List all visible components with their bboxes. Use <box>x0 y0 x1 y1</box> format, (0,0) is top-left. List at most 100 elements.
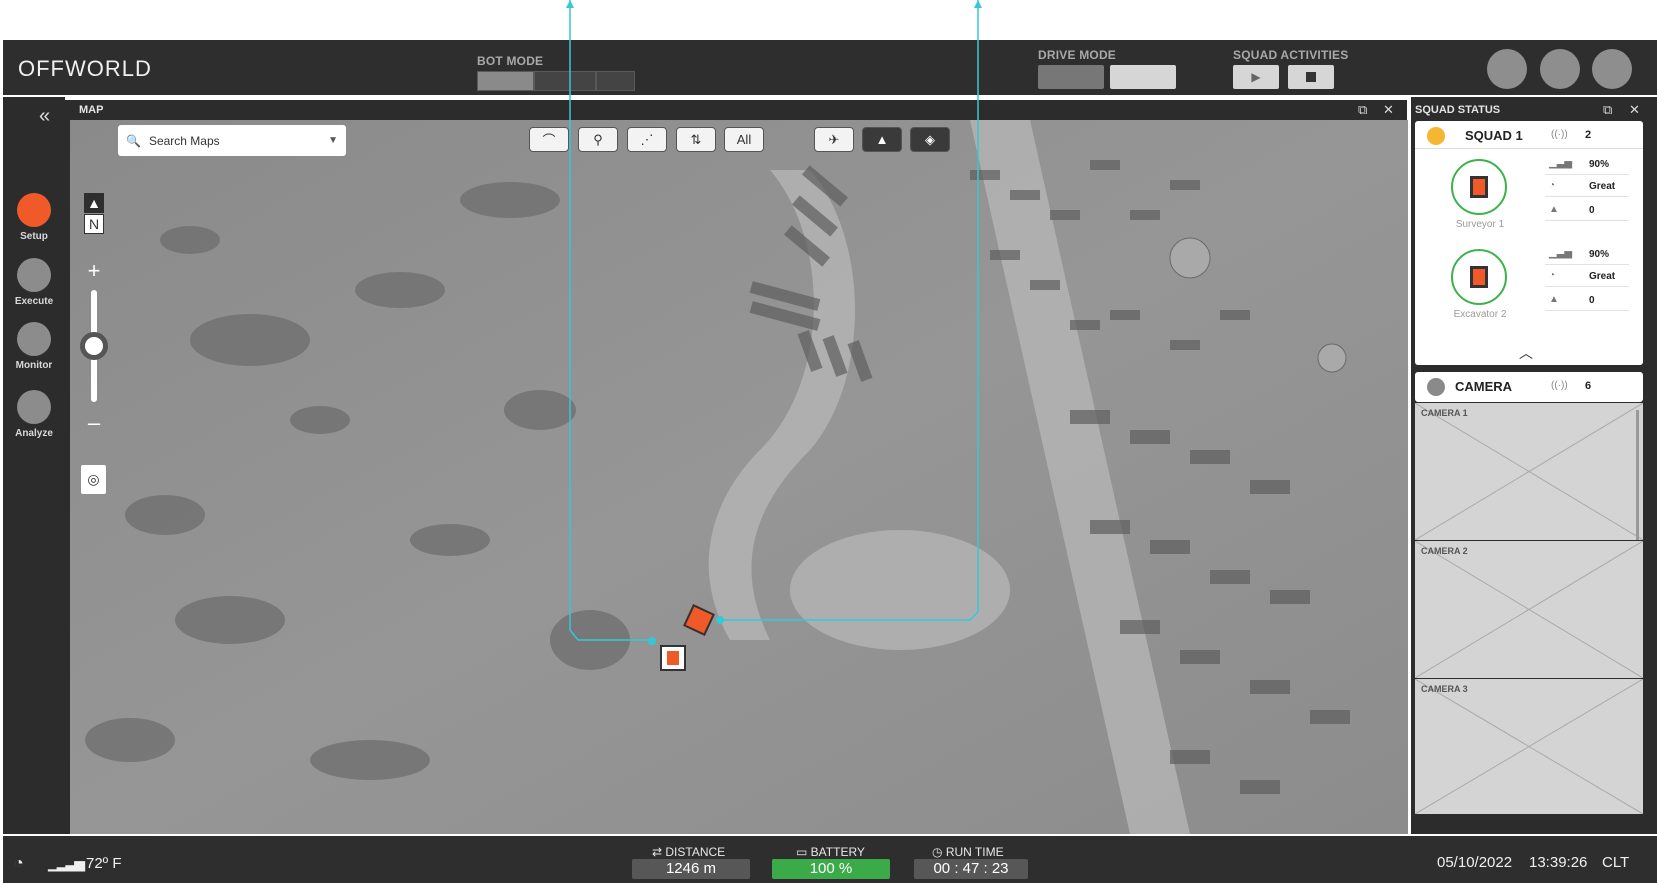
user-avatar-2[interactable] <box>1540 49 1580 89</box>
excavator-avatar <box>1451 249 1507 305</box>
robot-icon <box>1470 266 1488 288</box>
chevron-up-icon[interactable]: ︿ <box>1519 343 1533 363</box>
camera-feed-1[interactable]: CAMERA 1 <box>1415 403 1643 540</box>
gps-value: Great <box>1589 181 1616 192</box>
search-maps-input[interactable]: 🔍 Search Maps ▼ <box>118 125 346 156</box>
rail-item-analyze[interactable]: Analyze <box>3 390 65 439</box>
bot-mode-option-1[interactable] <box>477 71 534 91</box>
area-tool-button[interactable]: ⌒ <box>529 127 569 152</box>
double-chevron-left-icon[interactable]: « <box>39 105 50 128</box>
temperature-readout: 72º F <box>86 855 122 872</box>
rail-item-label: Execute <box>14 296 54 307</box>
camera-name: CAMERA <box>1455 379 1513 394</box>
runtime-value: 00 : 47 : 23 <box>914 859 1028 879</box>
north-label: N <box>88 216 100 232</box>
time-readout: 13:39:26 <box>1529 854 1588 871</box>
squad-status-title: SQUAD STATUS <box>1415 104 1501 116</box>
rail-item-label: Monitor <box>15 360 53 371</box>
rail-item-label: Setup <box>20 231 48 242</box>
placeholder-image <box>1415 541 1643 678</box>
gps-value: Great <box>1589 271 1616 282</box>
route-tool-button[interactable]: ⇅ <box>676 127 716 152</box>
battery-value: 100 % <box>772 859 890 879</box>
search-icon: 🔍 <box>126 133 141 148</box>
monitor-icon <box>17 322 51 356</box>
bot-mode-option-3[interactable] <box>596 71 635 91</box>
satellite-icon: ◔ <box>14 855 24 872</box>
3d-view-button[interactable]: ◈ <box>910 127 950 152</box>
signal-value: 90% <box>1589 249 1610 260</box>
camera-feed-3[interactable]: CAMERA 3 <box>1415 679 1643 814</box>
squad-header[interactable]: SQUAD 1 ((·)) 2 <box>1415 121 1643 149</box>
camera-caption: CAMERA 1 <box>1421 408 1468 418</box>
play-icon: ▶ <box>1251 70 1261 84</box>
satellite-view-button[interactable]: ✈ <box>814 127 854 152</box>
alert-stat: ▲ 0 <box>1545 291 1629 311</box>
app-root: OFFWORLD BOT MODE DRIVE MODE SQUAD ACTIV… <box>0 0 1657 883</box>
squad-status-dot <box>1427 127 1445 145</box>
rail-item-setup[interactable]: Setup <box>3 193 65 242</box>
analyze-icon <box>17 390 51 424</box>
drive-mode-label: DRIVE MODE <box>1038 48 1117 62</box>
close-icon[interactable]: ✕ <box>1383 102 1394 118</box>
user-avatar-3[interactable] <box>1592 49 1632 89</box>
squad-activities-label: SQUAD ACTIVITIES <box>1233 48 1349 62</box>
all-filter-button[interactable]: All <box>724 127 764 152</box>
distance-label: ⇄ DISTANCE <box>652 845 726 859</box>
search-placeholder: Search Maps <box>148 133 220 148</box>
close-icon[interactable]: ✕ <box>1629 102 1640 118</box>
zoom-slider-handle[interactable] <box>80 332 108 360</box>
placeholder-image <box>1415 403 1643 540</box>
stop-button[interactable] <box>1288 65 1334 89</box>
camera-header[interactable]: CAMERA ((·)) 6 <box>1415 372 1643 402</box>
bot-name: Excavator 2 <box>1453 309 1507 320</box>
date-readout: 05/10/2022 <box>1437 854 1513 871</box>
camera-count: 6 <box>1585 380 1592 392</box>
camera-scrollbar[interactable] <box>1636 410 1639 540</box>
signal-value: 90% <box>1589 159 1610 170</box>
gps-stat: ◔ Great <box>1545 177 1629 197</box>
expand-icon[interactable]: ⧉ <box>1358 102 1367 118</box>
chevron-down-icon[interactable]: ▼ <box>328 135 338 146</box>
compass-arrow-icon[interactable]: ▲ <box>84 193 104 213</box>
setup-icon <box>17 193 51 227</box>
zoom-out-button[interactable]: – <box>84 410 104 436</box>
terrain-view-button[interactable]: ▲ <box>862 127 902 152</box>
user-avatar-1[interactable] <box>1487 49 1527 89</box>
camera-feed-2[interactable]: CAMERA 2 <box>1415 541 1643 678</box>
satellite-map[interactable] <box>70 120 1408 834</box>
top-bar <box>3 40 1657 95</box>
signal-stat: ▁▃▅ 90% <box>1545 155 1629 175</box>
path-tool-button[interactable]: ⋰ <box>627 127 667 152</box>
signal-bars-icon: ▁▂▃▅ <box>48 855 85 871</box>
pin-tool-button[interactable]: ⚲ <box>578 127 618 152</box>
area-icon: ⌒ <box>542 133 556 148</box>
timezone-readout: CLT <box>1602 854 1630 871</box>
play-button[interactable]: ▶ <box>1233 65 1279 89</box>
drive-mode-option-1[interactable] <box>1038 65 1104 89</box>
mountain-icon: ▲ <box>875 132 889 147</box>
map-terrain <box>70 120 1408 834</box>
bot-mode-option-2[interactable] <box>534 71 596 91</box>
distance-icon: ⇄ <box>652 845 666 859</box>
squad-card: SQUAD 1 ((·)) 2 Surveyor 1 ▁▃▅ 90% ◔ Great… <box>1415 121 1643 365</box>
cube-icon: ◈ <box>925 131 935 147</box>
alert-value: 0 <box>1589 295 1595 306</box>
battery-icon: ▭ <box>796 845 811 859</box>
bot-name: Surveyor 1 <box>1455 219 1505 230</box>
rail-item-monitor[interactable]: Monitor <box>3 322 65 371</box>
path-icon: ⋰ <box>640 131 654 147</box>
drive-mode-option-2[interactable] <box>1110 65 1176 89</box>
distance-value: 1246 m <box>632 859 750 879</box>
north-button[interactable]: N <box>84 214 104 234</box>
surveyor-marker[interactable] <box>660 645 686 671</box>
runtime-label: ◷ RUN TIME <box>932 845 1004 859</box>
battery-label: ▭ BATTERY <box>796 845 865 859</box>
rail-item-execute[interactable]: Execute <box>3 258 65 307</box>
zoom-in-button[interactable]: + <box>84 258 104 284</box>
expand-icon[interactable]: ⧉ <box>1603 102 1612 118</box>
rail-item-label: Analyze <box>15 428 53 439</box>
all-label: All <box>736 132 752 147</box>
locate-button[interactable]: ◎ <box>81 465 106 494</box>
camera-status-dot <box>1427 378 1445 396</box>
